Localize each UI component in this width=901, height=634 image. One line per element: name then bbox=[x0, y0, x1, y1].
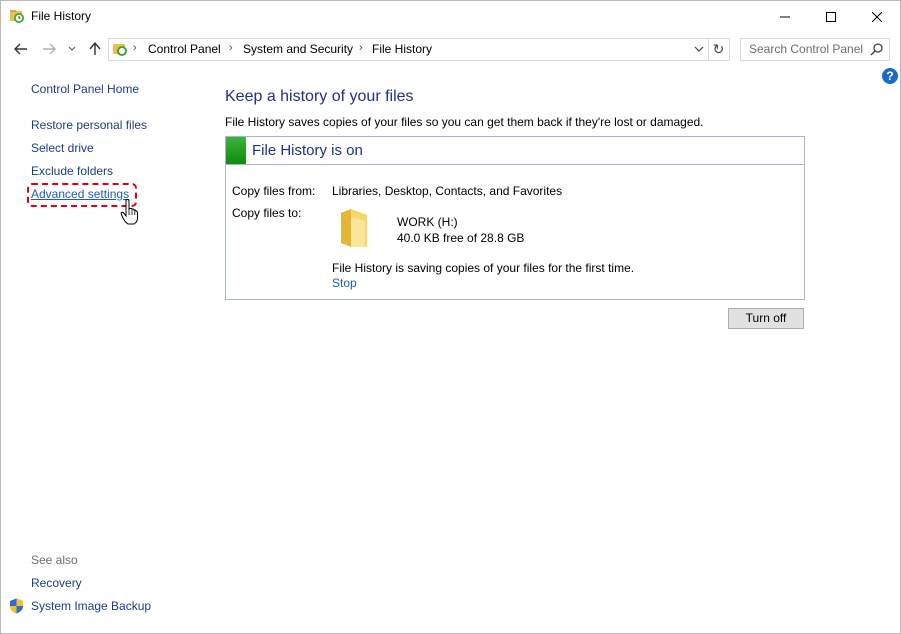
help-icon[interactable]: ? bbox=[882, 68, 898, 84]
status-panel: File History is on Copy files from: Libr… bbox=[225, 136, 805, 300]
uac-shield-icon bbox=[10, 598, 23, 614]
address-dropdown-icon[interactable] bbox=[692, 41, 706, 57]
chevron-down-icon bbox=[68, 46, 76, 51]
breadcrumb-separator-icon: › bbox=[133, 42, 137, 54]
breadcrumb-file-history[interactable]: File History bbox=[372, 42, 432, 56]
turn-off-button[interactable]: Turn off bbox=[728, 308, 804, 329]
up-button[interactable] bbox=[85, 39, 105, 59]
saving-status: File History is saving copies of your fi… bbox=[332, 261, 635, 275]
status-title: File History is on bbox=[252, 142, 363, 159]
drive-name: WORK (H:) bbox=[397, 215, 458, 229]
copy-from-label: Copy files from: bbox=[232, 184, 316, 198]
breadcrumb-system-and-security[interactable]: System and Security bbox=[243, 42, 353, 56]
stop-link[interactable]: Stop bbox=[332, 276, 357, 290]
back-arrow-icon bbox=[14, 43, 27, 55]
search-placeholder: Search Control Panel bbox=[749, 42, 864, 56]
system-image-backup-link[interactable]: System Image Backup bbox=[31, 599, 151, 613]
status-panel-header: File History is on bbox=[226, 137, 804, 165]
copy-to-label: Copy files to: bbox=[232, 206, 302, 220]
search-icon bbox=[870, 43, 883, 56]
recovery-link[interactable]: Recovery bbox=[31, 576, 82, 590]
up-arrow-icon bbox=[89, 42, 101, 55]
close-button[interactable] bbox=[854, 1, 900, 32]
file-history-app-icon bbox=[10, 10, 24, 23]
exclude-folders-link[interactable]: Exclude folders bbox=[31, 164, 113, 178]
select-drive-link[interactable]: Select drive bbox=[31, 141, 94, 155]
restore-personal-files-link[interactable]: Restore personal files bbox=[31, 118, 147, 132]
forward-arrow-icon bbox=[43, 43, 56, 55]
control-panel-home-link[interactable]: Control Panel Home bbox=[31, 82, 139, 96]
drive-folder-icon bbox=[341, 209, 367, 247]
hand-cursor-icon bbox=[120, 199, 138, 225]
copy-from-value: Libraries, Desktop, Contacts, and Favori… bbox=[332, 184, 563, 198]
recent-locations-button[interactable] bbox=[65, 39, 79, 59]
close-icon bbox=[872, 11, 882, 22]
page-title: Keep a history of your files bbox=[225, 88, 414, 105]
breadcrumb-separator-icon: › bbox=[229, 42, 233, 54]
breadcrumb-control-panel[interactable]: Control Panel bbox=[148, 42, 221, 56]
refresh-icon: ↻ bbox=[712, 41, 725, 57]
forward-button[interactable] bbox=[39, 39, 59, 59]
breadcrumb-separator-icon: › bbox=[359, 42, 363, 54]
search-box[interactable]: Search Control Panel bbox=[740, 38, 890, 61]
back-button[interactable] bbox=[11, 39, 31, 59]
control-panel-icon bbox=[113, 44, 127, 56]
refresh-button[interactable]: ↻ bbox=[708, 38, 730, 61]
minimize-button[interactable] bbox=[762, 1, 808, 32]
window-title: File History bbox=[31, 9, 92, 23]
address-bar[interactable]: › Control Panel › System and Security › … bbox=[108, 38, 709, 61]
maximize-icon bbox=[826, 11, 836, 22]
file-history-window: File History › Control Panel › System an… bbox=[0, 0, 901, 634]
page-description: File History saves copies of your files … bbox=[225, 115, 704, 129]
title-bar: File History bbox=[1, 1, 900, 32]
see-also-label: See also bbox=[31, 553, 78, 567]
drive-space: 40.0 KB free of 28.8 GB bbox=[397, 231, 525, 245]
maximize-button[interactable] bbox=[808, 1, 854, 32]
status-green-bar bbox=[226, 137, 246, 164]
minimize-icon bbox=[780, 16, 790, 17]
